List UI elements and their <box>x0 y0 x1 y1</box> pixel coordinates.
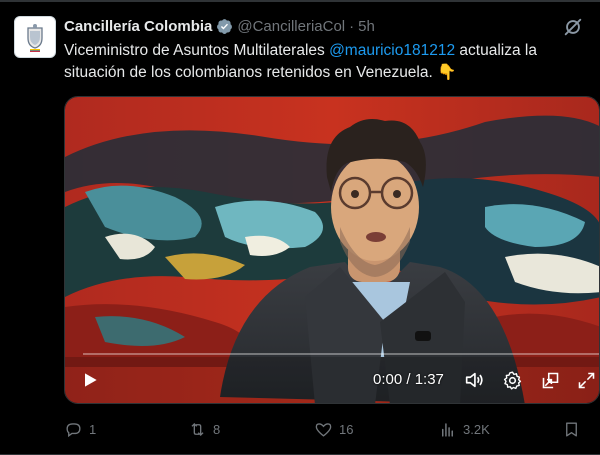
tweet-actions: 1 8 16 3.2K <box>64 415 600 445</box>
tweet-text: Viceministro de Asuntos Multilaterales @… <box>64 40 584 84</box>
views-count: 3.2K <box>463 421 490 437</box>
display-name[interactable]: Cancillería Colombia <box>64 18 212 35</box>
video-timecode: 0:00 / 1:37 <box>373 371 444 388</box>
settings-gear-icon[interactable] <box>501 369 523 391</box>
heart-icon <box>315 422 332 437</box>
views-button[interactable]: 3.2K <box>438 415 490 443</box>
repost-count: 8 <box>213 421 221 437</box>
reply-count: 1 <box>89 421 97 437</box>
pointing-down-emoji: 👇 <box>437 64 457 81</box>
video-controls: 0:00 / 1:37 <box>65 355 599 403</box>
timestamp[interactable]: 5h <box>358 18 375 35</box>
like-count: 16 <box>339 421 354 437</box>
coat-of-arms-logo <box>27 24 43 52</box>
tweet-header: Cancillería Colombia @CancilleriaCol · 5… <box>64 14 586 38</box>
tweet-card[interactable]: Cancillería Colombia @CancilleriaCol · 5… <box>0 0 600 455</box>
play-icon[interactable] <box>79 369 101 391</box>
grok-icon[interactable] <box>562 16 584 38</box>
avatar[interactable] <box>14 16 56 58</box>
bookmark-button[interactable] <box>562 415 587 443</box>
fullscreen-icon[interactable] <box>575 369 597 391</box>
reply-icon <box>66 422 81 437</box>
divider <box>0 0 600 2</box>
analytics-bar-icon <box>441 422 454 437</box>
reply-button[interactable]: 1 <box>64 415 96 443</box>
handle[interactable]: @CancilleriaCol <box>237 18 345 35</box>
verified-badge-icon <box>216 18 233 35</box>
repost-icon <box>191 422 204 436</box>
bookmark-icon <box>566 421 577 437</box>
tweet-text-before: Viceministro de Asuntos Multilaterales <box>64 42 330 59</box>
mention-link[interactable]: @mauricio181212 <box>329 42 455 59</box>
separator-dot: · <box>349 17 355 35</box>
picture-in-picture-icon[interactable] <box>539 369 561 391</box>
volume-icon[interactable] <box>463 369 485 391</box>
repost-button[interactable]: 8 <box>188 415 220 443</box>
video-player[interactable]: 0:00 / 1:37 <box>64 96 600 404</box>
like-button[interactable]: 16 <box>314 415 353 443</box>
